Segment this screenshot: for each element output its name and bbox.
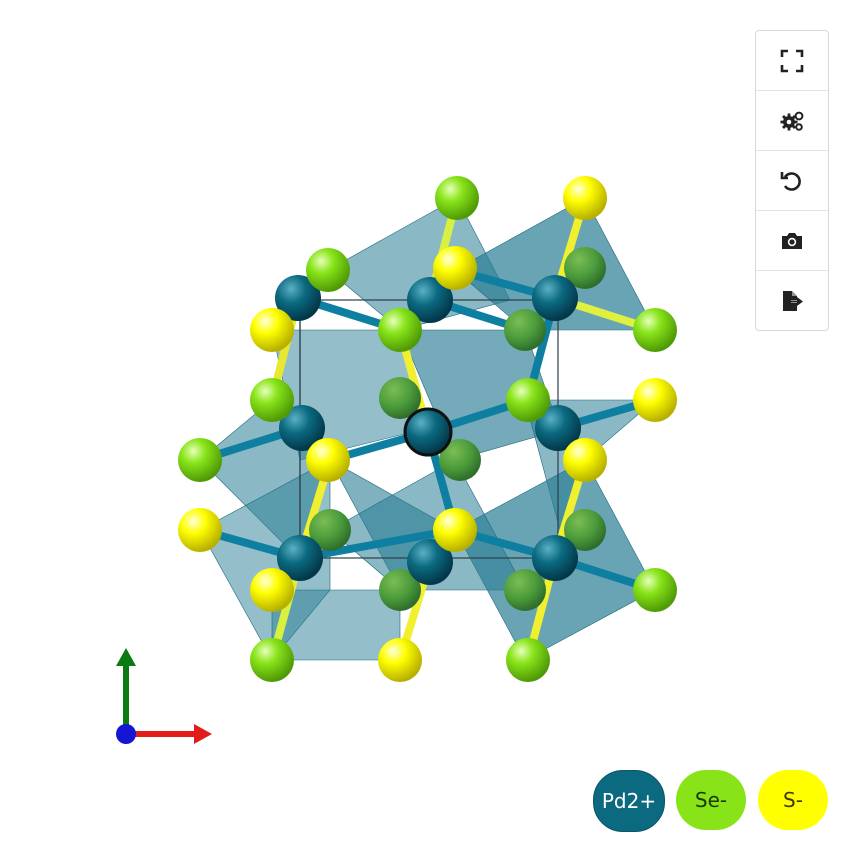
legend-label: Pd2+ [601,789,657,813]
s-atom [433,246,477,290]
gears-icon [780,111,804,131]
undo-icon [780,171,801,191]
se-atom [250,638,294,682]
s-atom [178,508,222,552]
selected-pd-atom [403,407,453,457]
legend-item-se[interactable]: Se- [676,770,746,830]
se-atom [435,176,479,220]
se-atom [506,378,550,422]
camera-icon [782,232,802,249]
x-axis-arrowhead [194,724,212,744]
legend-item-s[interactable]: S- [758,770,828,830]
s-atom [250,568,294,612]
pd-atom [532,275,578,321]
reset-view-button[interactable] [756,151,828,211]
settings-button[interactable] [756,91,828,151]
s-atom [563,176,607,220]
screenshot-button[interactable] [756,211,828,271]
structure-viewer[interactable]: Pd2+ Se- S- [0,0,855,856]
se-atom [504,309,546,351]
fullscreen-button[interactable] [756,31,828,91]
legend-label: Se- [694,788,728,812]
s-atom [378,638,422,682]
se-atom [378,308,422,352]
se-atom [250,378,294,422]
crystal-structure-scene[interactable] [0,0,855,856]
s-atom [433,508,477,552]
s-atom [306,438,350,482]
se-atom [633,568,677,612]
legend-item-pd[interactable]: Pd2+ [593,770,665,832]
se-atom [506,638,550,682]
legend-label: S- [783,788,803,812]
s-atom [563,438,607,482]
file-export-icon [783,290,803,311]
axes-indicator [116,648,212,744]
z-axis-marker [116,724,136,744]
s-atom [633,378,677,422]
se-atom [306,248,350,292]
se-atom [178,438,222,482]
se-atom [633,308,677,352]
viewer-toolbar [755,30,829,331]
se-atom [504,569,546,611]
export-button[interactable] [756,271,828,330]
fullscreen-icon [780,49,804,72]
s-atom [250,308,294,352]
y-axis-arrowhead [116,648,136,666]
pd-atom [532,535,578,581]
